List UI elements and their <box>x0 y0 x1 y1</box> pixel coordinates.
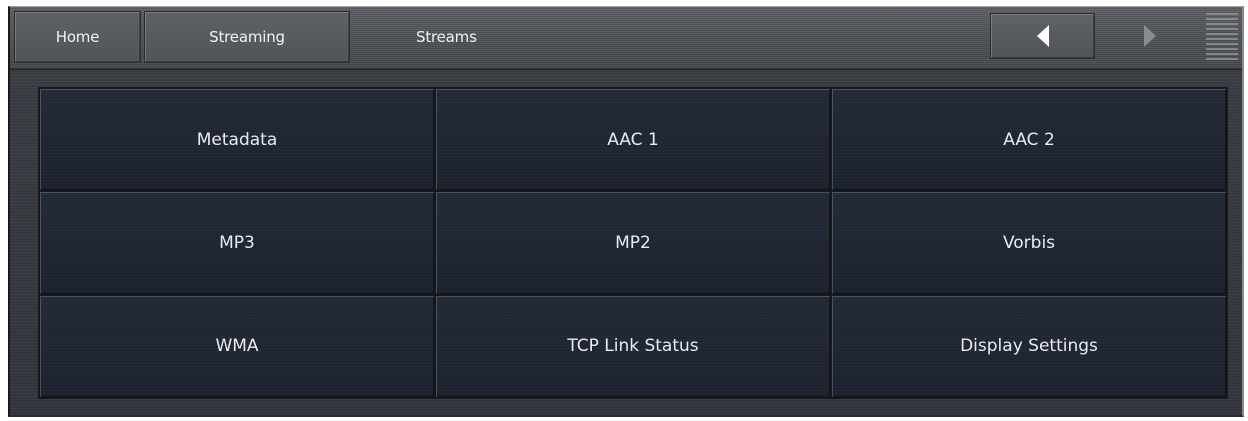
forward-button[interactable] <box>1110 13 1190 59</box>
breadcrumb-current-page: Streams <box>416 28 477 46</box>
tcp-link-status-button[interactable]: TCP Link Status <box>435 294 831 398</box>
aac2-button[interactable]: AAC 2 <box>831 88 1227 192</box>
aac1-button[interactable]: AAC 1 <box>435 88 831 192</box>
app-window: Home Streaming Streams Metadata AAC 1 AA… <box>8 6 1244 417</box>
mp2-button[interactable]: MP2 <box>435 191 831 295</box>
breadcrumb-home[interactable]: Home <box>14 11 141 63</box>
streams-menu-grid: Metadata AAC 1 AAC 2 MP3 MP2 Vorbis WMA … <box>38 87 1228 399</box>
vorbis-button[interactable]: Vorbis <box>831 191 1227 295</box>
breadcrumb-streaming[interactable]: Streaming <box>144 11 350 63</box>
back-button[interactable] <box>990 13 1095 59</box>
triangle-left-icon <box>1036 25 1049 47</box>
top-nav-bar: Home Streaming Streams <box>10 7 1242 70</box>
wma-button[interactable]: WMA <box>39 294 435 398</box>
display-settings-button[interactable]: Display Settings <box>831 294 1227 398</box>
menu-lines-icon[interactable] <box>1206 13 1238 63</box>
metadata-button[interactable]: Metadata <box>39 88 435 192</box>
triangle-right-icon <box>1144 25 1156 47</box>
mp3-button[interactable]: MP3 <box>39 191 435 295</box>
